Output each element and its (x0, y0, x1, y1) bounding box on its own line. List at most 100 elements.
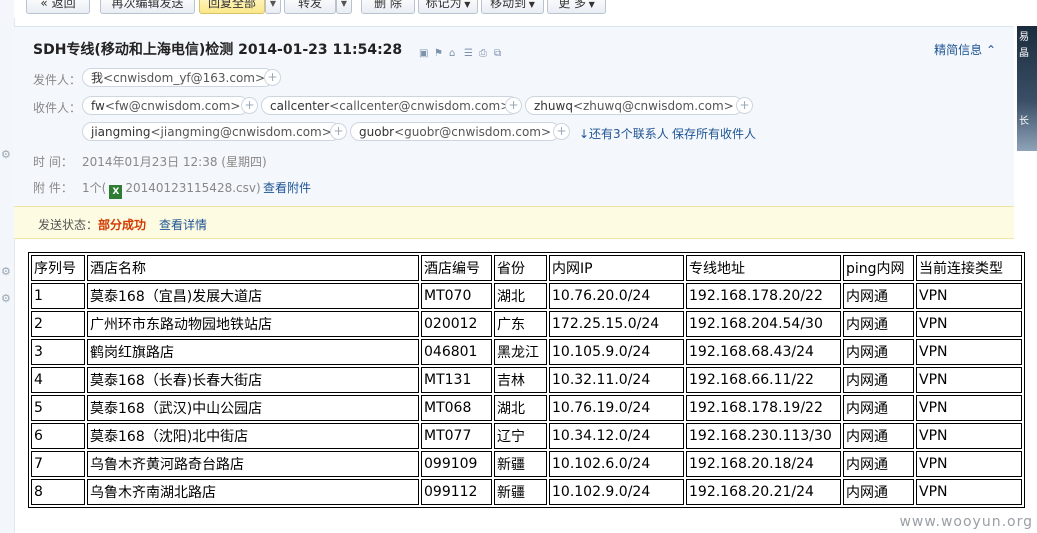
recipient-name: fw (91, 99, 105, 113)
forward-dropdown-icon[interactable]: ▼ (336, 0, 352, 14)
table-cell: 广东 (494, 311, 547, 337)
table-row: 8 乌鲁木齐南湖北路店 099112 新疆 10.102.9.0/24 192.168.2… (31, 479, 1022, 505)
table-cell: MT068 (421, 395, 492, 421)
recipient-address: <jiangming@cnwisdom.com> (150, 125, 332, 139)
sender-chip[interactable]: 我<cnwisdom_yf@163.com> (82, 68, 275, 87)
table-cell: 192.168.68.43/24 (686, 339, 841, 365)
more-button[interactable]: 更 多 ▼ (547, 0, 606, 14)
add-contact-icon[interactable]: + (241, 97, 258, 114)
mail-subject: SDH专线(移动和上海电信)检测 2014-01-23 11:54:28 (33, 42, 403, 58)
save-all-recipients-link[interactable]: 保存所有收件人 (672, 125, 756, 142)
view-attachments-link[interactable]: 查看附件 (263, 179, 311, 196)
table-row: 6 莫泰168（沈阳)北中街店 MT077 辽宁 10.34.12.0/24 192.16… (31, 423, 1022, 449)
add-contact-icon[interactable]: + (264, 69, 281, 86)
table-cell: 内网通 (843, 395, 914, 421)
attachment-info: 1个(X 20140123115428.csv) (82, 179, 261, 199)
table-cell: 新疆 (494, 479, 547, 505)
send-status-bar: 发送状态： 部分成功 查看详情 (14, 206, 1014, 239)
delete-button[interactable]: 删 除 (361, 0, 415, 14)
resend-button[interactable]: 再次编辑发送 (100, 0, 195, 14)
popout-icon[interactable]: ⧉ (494, 49, 504, 59)
table-cell: 3 (31, 339, 85, 365)
table-cell: 广州环市东路动物园地铁站店 (87, 311, 419, 337)
add-contact-icon[interactable]: + (505, 97, 522, 114)
add-contact-icon[interactable]: + (330, 123, 347, 140)
table-cell: 乌鲁木齐南湖北路店 (87, 479, 419, 505)
recipient-address: <fw@cnwisdom.com> (104, 99, 241, 113)
table-row: 2 广州环市东路动物园地铁站店 020012 广东 172.25.15.0/24 192.… (31, 311, 1022, 337)
table-row: 3 鹤岗红旗路店 046801 黑龙江 10.105.9.0/24 192.168.68.… (31, 339, 1022, 365)
back-button[interactable]: « 返回 (26, 0, 90, 14)
move-to-button[interactable]: 移动到 ▼ (481, 0, 544, 14)
table-cell: 10.102.6.0/24 (549, 451, 684, 477)
table-cell: VPN (916, 451, 1022, 477)
reply-all-button[interactable]: 回复全部 (199, 0, 265, 14)
table-row: 1 莫泰168（宜昌)发展大道店 MT070 湖北 10.76.20.0/24 192.1… (31, 283, 1022, 309)
table-cell: 内网通 (843, 311, 914, 337)
move-to-label: 移动到 (490, 0, 527, 10)
brief-info-toggle[interactable]: 精简信息 ⌃ (934, 41, 996, 58)
gear-icon[interactable]: ⚙ (1, 148, 11, 161)
table-header-cell: 当前连接类型 (916, 255, 1022, 281)
send-status-label: 发送状态： (38, 218, 99, 232)
recipient-chip[interactable]: jiangming<jiangming@cnwisdom.com> (82, 122, 341, 141)
table-cell: 乌鲁木齐黄河路奇台路店 (87, 451, 419, 477)
recipient-chip[interactable]: zhuwq<zhuwq@cnwisdom.com> (525, 96, 743, 115)
chevron-down-icon: ▼ (586, 0, 595, 9)
flag-icon[interactable]: ⚑ (434, 49, 444, 59)
ad-text: 易 (1019, 32, 1029, 43)
reply-all-dropdown-icon[interactable]: ▼ (265, 0, 281, 14)
recipient-address: <callcenter@cnwisdom.com> (329, 99, 511, 113)
more-contacts-link[interactable]: ↓还有3个联系人 (579, 125, 669, 142)
table-header-cell: ping内网 (843, 255, 914, 281)
recipient-chip[interactable]: fw<fw@cnwisdom.com> (82, 96, 250, 115)
mark-as-button[interactable]: 标记为 ▼ (418, 0, 478, 14)
attachment-count: 1个( (82, 181, 107, 195)
recipient-name: callcenter (270, 99, 330, 113)
add-contact-icon[interactable]: + (553, 123, 570, 140)
mail-toolbar: « 返回 再次编辑发送 回复全部 ▼ 转发 ▼ 删 除 标记为 ▼ 移动到 ▼ … (14, 0, 1014, 18)
dropdown-icon[interactable]: ▣ (419, 49, 429, 59)
recipient-address: <guobr@cnwisdom.com> (394, 125, 552, 139)
table-cell: 莫泰168（长春)长春大街店 (87, 367, 419, 393)
view-details-link[interactable]: 查看详情 (159, 216, 207, 233)
recipient-address: <zhuwq@cnwisdom.com> (572, 99, 734, 113)
send-status-value: 部分成功 (98, 218, 147, 232)
mark-as-label: 标记为 (425, 0, 462, 10)
table-cell: 8 (31, 479, 85, 505)
table-cell: 020012 (421, 311, 492, 337)
print-icon[interactable]: ⎙ (479, 49, 489, 59)
attachment-close-paren: ) (255, 181, 261, 195)
time-label: 时 间： (33, 155, 73, 169)
forward-button[interactable]: 转发 (284, 0, 336, 14)
ad-text: 晶 (1019, 48, 1029, 59)
chevron-down-icon: ▼ (526, 0, 535, 9)
table-cell: 10.76.20.0/24 (549, 283, 684, 309)
table-row: 5 莫泰168（武汉)中山公园店 MT068 湖北 10.76.19.0/24 192.1… (31, 395, 1022, 421)
right-ad-thumbnail[interactable]: 易 晶 长 (1017, 26, 1037, 151)
table-cell: 新疆 (494, 451, 547, 477)
table-cell: 莫泰168（武汉)中山公园店 (87, 395, 419, 421)
chevron-up-icon: ⌃ (985, 43, 996, 57)
table-cell: 内网通 (843, 423, 914, 449)
attachment-filename[interactable]: 20140123115428.csv (125, 181, 256, 195)
recipient-name: jiangming (91, 125, 151, 139)
table-cell: 辽宁 (494, 423, 547, 449)
note-icon[interactable]: ☰ (464, 49, 474, 59)
table-cell: 192.168.178.20/22 (686, 283, 841, 309)
table-cell: 内网通 (843, 367, 914, 393)
recipient-chip[interactable]: callcenter<callcenter@cnwisdom.com> (261, 96, 520, 115)
tag-icon[interactable]: ⌂ (449, 49, 459, 59)
recipient-chip[interactable]: guobr<guobr@cnwisdom.com> (350, 122, 561, 141)
sender-name: 我 (91, 71, 104, 85)
gear-icon[interactable]: ⚙ (1, 265, 11, 278)
table-cell: 4 (31, 367, 85, 393)
chevron-down-icon: ▼ (461, 0, 471, 9)
table-cell: 湖北 (494, 283, 547, 309)
table-cell: VPN (916, 283, 1022, 309)
hotel-table: 序列号 酒店名称 酒店编号 省份 内网IP 专线地址 ping内网 当前连接类型… (28, 252, 1025, 508)
add-contact-icon[interactable]: + (736, 97, 753, 114)
table-cell: 2 (31, 311, 85, 337)
gear-icon[interactable]: ⚙ (1, 292, 11, 305)
sent-time: 2014年01月23日 12:38 (星期四) (82, 155, 267, 169)
